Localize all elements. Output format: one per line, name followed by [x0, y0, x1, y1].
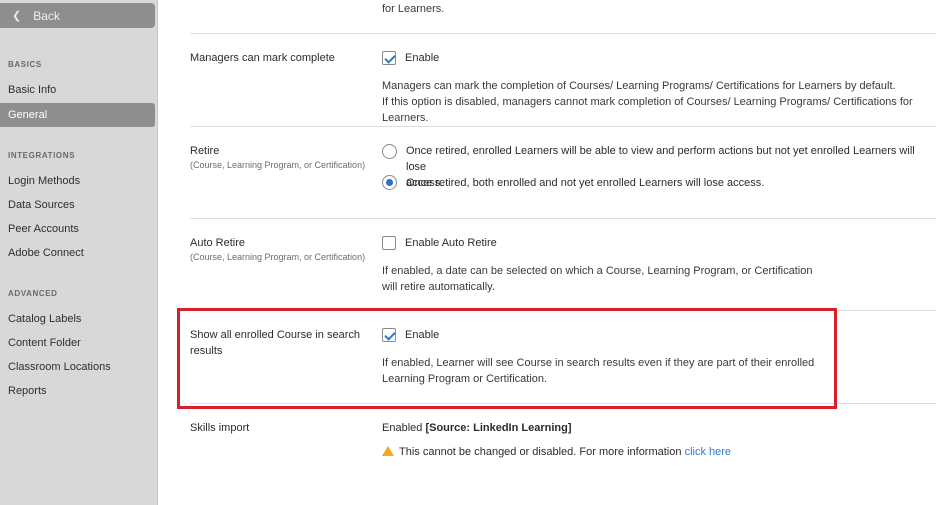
skills-import-warning: This cannot be changed or disabled. For …: [382, 444, 731, 460]
retire-sublabel: (Course, Learning Program, or Certificat…: [190, 160, 366, 170]
managers-complete-desc-1: Managers can mark the completion of Cour…: [382, 80, 896, 92]
back-label: Back: [33, 8, 60, 23]
click-here-link[interactable]: click here: [685, 446, 731, 458]
row-divider: [190, 33, 936, 34]
sidebar-item-data-sources[interactable]: Data Sources: [8, 199, 75, 211]
row-divider: [190, 218, 936, 219]
highlight-box: [177, 308, 837, 409]
sidebar-item-basic-info[interactable]: Basic Info: [8, 84, 56, 96]
auto-retire-checkbox[interactable]: Enable Auto Retire: [382, 236, 497, 250]
section-advanced: ADVANCED: [8, 289, 58, 298]
managers-complete-desc-2: If this option is disabled, managers can…: [382, 96, 913, 124]
sidebar-item-adobe-connect[interactable]: Adobe Connect: [8, 247, 84, 259]
warning-icon: [382, 446, 394, 456]
section-basics: BASICS: [8, 60, 42, 69]
checkbox-unchecked-icon: [382, 236, 396, 250]
row-divider: [190, 126, 936, 127]
auto-retire-enable-label: Enable Auto Retire: [405, 237, 497, 249]
skills-import-label: Skills import: [190, 422, 250, 434]
managers-complete-label: Managers can mark complete: [190, 52, 335, 64]
back-button[interactable]: ❮ Back: [0, 3, 155, 28]
sidebar-item-content-folder[interactable]: Content Folder: [8, 337, 81, 349]
sidebar-item-reports[interactable]: Reports: [8, 385, 47, 397]
auto-retire-sublabel: (Course, Learning Program, or Certificat…: [190, 252, 366, 262]
auto-retire-desc-1: If enabled, a date can be selected on wh…: [382, 265, 813, 277]
radio-unchecked-icon: [382, 144, 397, 159]
retire-label: Retire: [190, 145, 220, 157]
sidebar-item-general[interactable]: General: [0, 103, 155, 127]
radio-checked-icon: [382, 175, 397, 190]
managers-complete-checkbox[interactable]: Enable: [382, 51, 439, 65]
sidebar-item-peer-accounts[interactable]: Peer Accounts: [8, 223, 79, 235]
retire-option-2[interactable]: Once retired, both enrolled and not yet …: [382, 175, 764, 190]
managers-complete-enable-label: Enable: [405, 52, 440, 64]
checkbox-checked-icon: [382, 51, 396, 65]
retire-option-2-label: Once retired, both enrolled and not yet …: [406, 176, 765, 189]
sidebar-item-login-methods[interactable]: Login Methods: [8, 175, 80, 187]
auto-retire-desc-2: will retire automatically.: [382, 281, 495, 293]
retire-option-1-line-1: Once retired, enrolled Learners will be …: [406, 145, 915, 173]
skills-import-source: [Source: LinkedIn Learning]: [425, 422, 572, 434]
section-integrations: INTEGRATIONS: [8, 151, 76, 160]
chevron-left-icon: ❮: [12, 10, 22, 22]
auto-retire-label: Auto Retire: [190, 237, 246, 249]
skills-import-warning-text: This cannot be changed or disabled. For …: [399, 446, 682, 458]
clipped-description: for Learners.: [382, 3, 445, 15]
settings-sidebar: ❮ Back BASICS Basic Info General INTEGRA…: [0, 0, 158, 505]
sidebar-item-catalog-labels[interactable]: Catalog Labels: [8, 313, 81, 325]
skills-import-enabled: Enabled: [382, 422, 423, 434]
sidebar-item-classroom-locations[interactable]: Classroom Locations: [8, 361, 111, 373]
skills-import-status: Enabled [Source: LinkedIn Learning]: [382, 420, 572, 436]
